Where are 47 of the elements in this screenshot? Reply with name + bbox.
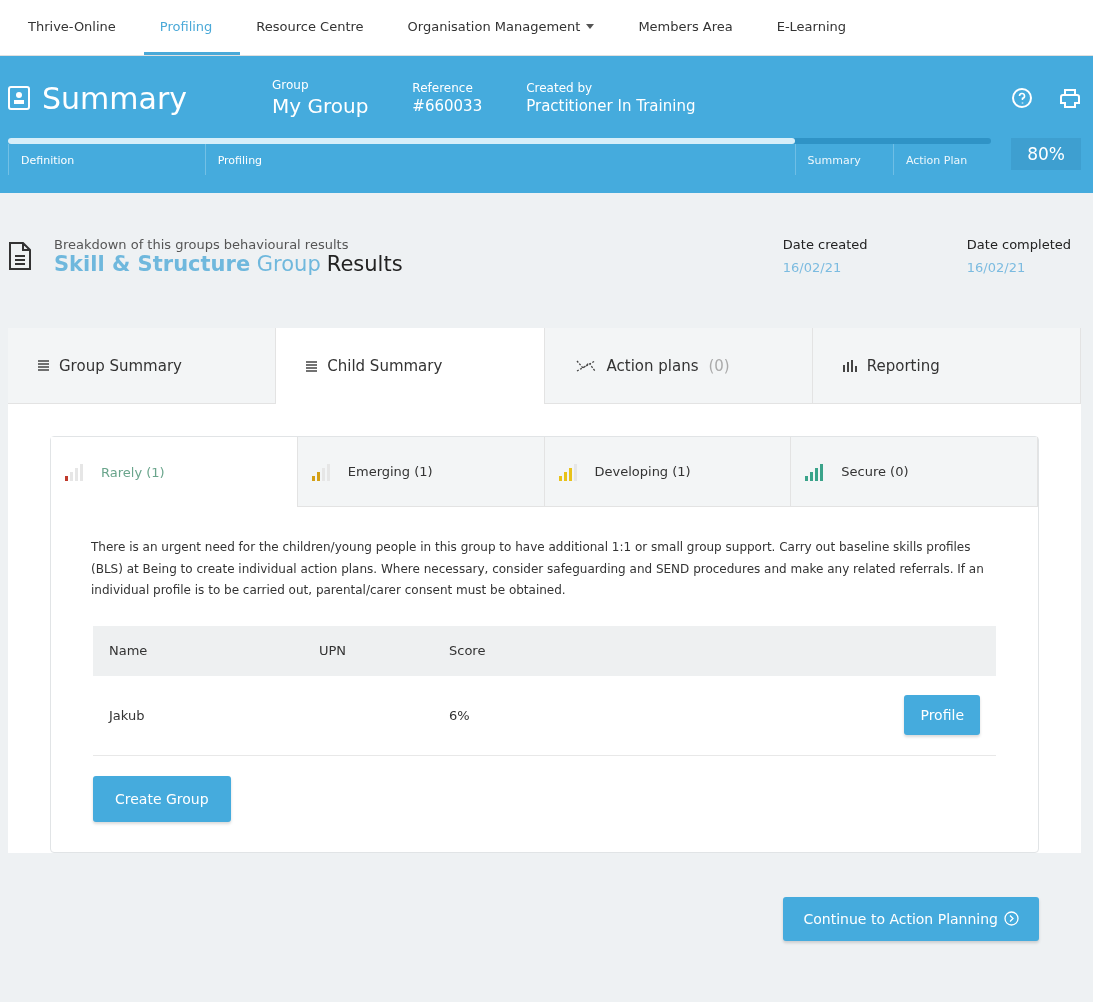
stage-label: Definition <box>8 144 205 175</box>
list-icon <box>38 360 49 371</box>
stage-label: Action Plan <box>892 144 992 175</box>
nav-link[interactable]: Thrive-Online <box>12 0 144 55</box>
signal-bars-icon <box>558 462 577 481</box>
tab[interactable]: Reporting <box>812 328 1081 404</box>
results-title-suffix: Results <box>326 252 403 276</box>
level-tab[interactable]: Secure (0) <box>791 437 1038 507</box>
page-title: Summary <box>42 80 188 116</box>
level-tab[interactable]: Emerging (1) <box>297 437 545 507</box>
tab[interactable]: Action plans (0) <box>544 328 813 404</box>
tab[interactable]: Group Summary <box>8 328 277 404</box>
bar-chart-icon <box>842 359 857 372</box>
results-subtitle: Breakdown of this groups behavioural results <box>54 237 350 252</box>
tab-count: (0) <box>708 356 730 375</box>
date-created-value: 16/02/21 <box>782 260 843 275</box>
signal-bars-icon <box>65 463 83 481</box>
column-header: Score <box>449 643 487 659</box>
list-icon <box>306 360 318 372</box>
level-tab[interactable]: Developing (1) <box>544 437 792 507</box>
date-completed-value: 16/02/21 <box>966 260 1027 275</box>
group-name: My Group <box>272 94 369 118</box>
description-text: There is an urgent need for the children/young people in this group to have additional 1:1 or small group support. Carry out baseline skills profiles (BLS) at Being to create individual action plans. Where necessary, consider safeguarding and SEND procedures and make any related referrals. If an individual profile is to be carried out, parental/carer consent must be obtained. <box>91 539 985 600</box>
date-completed-label: Date completed <box>966 237 1071 252</box>
nav-link[interactable]: E-Learning <box>760 0 875 55</box>
arrow-circle-icon <box>1004 911 1019 927</box>
nav-link[interactable]: Members Area <box>622 0 761 55</box>
created-by-label: Created by <box>526 81 594 95</box>
reference-number: #660033 <box>412 97 483 115</box>
printer-icon[interactable] <box>1059 87 1081 109</box>
reference-label: Reference <box>412 81 474 95</box>
created-by-name: Practitioner In Training <box>526 97 697 115</box>
progress-percentage: 80% <box>1011 138 1081 170</box>
group-label: Group <box>272 78 310 92</box>
nav-link[interactable]: Resource Centre <box>240 0 392 55</box>
signal-bars-icon <box>311 462 330 481</box>
table-cell-text: Jakub <box>109 707 146 723</box>
column-header: Name <box>109 643 149 659</box>
results-title: Skill & Structure Group <box>54 252 321 276</box>
table-cell-text: 6% <box>449 707 471 723</box>
stage-label: Summary <box>794 144 893 175</box>
column-header: UPN <box>319 643 348 659</box>
date-created-label: Date created <box>782 237 869 252</box>
nav-link[interactable]: Organisation Management <box>391 0 623 55</box>
help-icon[interactable] <box>1011 87 1033 109</box>
stage-label: Profiling <box>204 144 795 175</box>
signal-bars-icon <box>805 462 824 481</box>
